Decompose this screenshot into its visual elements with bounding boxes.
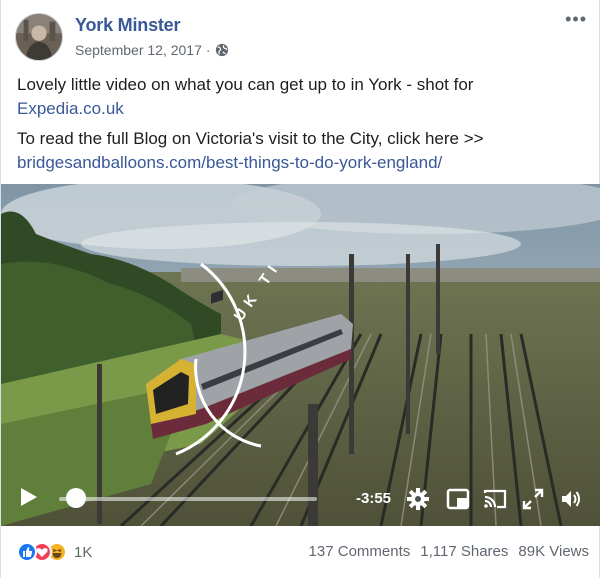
video-frame: UK TI: [1, 184, 600, 526]
facebook-post: York Minster September 12, 2017 · ••• Lo…: [0, 0, 600, 578]
post-date[interactable]: September 12, 2017: [75, 42, 202, 58]
video-player[interactable]: UK TI -3:55: [1, 184, 600, 526]
globe-icon[interactable]: [215, 43, 229, 57]
avatar[interactable]: [15, 13, 63, 61]
more-options-icon[interactable]: •••: [565, 10, 587, 28]
post-body: Lovely little video on what you can get …: [17, 73, 587, 181]
engagement-stats: 137 Comments 1,117 Shares 89K Views: [309, 543, 589, 560]
fullscreen-icon[interactable]: [521, 487, 545, 511]
reaction-count[interactable]: 1K: [74, 544, 92, 561]
meta-separator: ·: [205, 42, 211, 58]
reactions-summary[interactable]: 1K: [17, 542, 92, 562]
like-reaction-icon: [17, 542, 37, 562]
video-progress-track[interactable]: [59, 497, 317, 501]
post-footer: 1K 137 Comments 1,117 Shares 89K Views: [1, 526, 600, 578]
views-count: 89K Views: [518, 543, 589, 560]
page-name[interactable]: York Minster: [75, 15, 180, 36]
expedia-link[interactable]: Expedia.co.uk: [17, 99, 124, 118]
shares-count[interactable]: 1,117 Shares: [420, 543, 508, 560]
post-paragraph-2: To read the full Blog on Victoria's visi…: [17, 127, 587, 175]
post-meta: September 12, 2017 ·: [75, 42, 229, 58]
time-remaining: -3:55: [356, 490, 392, 507]
blog-link[interactable]: bridgesandballoons.com/best-things-to-do…: [17, 153, 442, 172]
picture-in-picture-icon[interactable]: [446, 487, 470, 511]
comments-count[interactable]: 137 Comments: [309, 543, 411, 560]
paragraph-1-text: Lovely little video on what you can get …: [17, 75, 474, 94]
post-paragraph-1: Lovely little video on what you can get …: [17, 73, 587, 121]
cast-icon[interactable]: [483, 487, 507, 511]
play-icon[interactable]: [17, 486, 39, 508]
settings-gear-icon[interactable]: [406, 487, 430, 511]
paragraph-2-text: To read the full Blog on Victoria's visi…: [17, 129, 484, 148]
volume-icon[interactable]: [559, 487, 583, 511]
